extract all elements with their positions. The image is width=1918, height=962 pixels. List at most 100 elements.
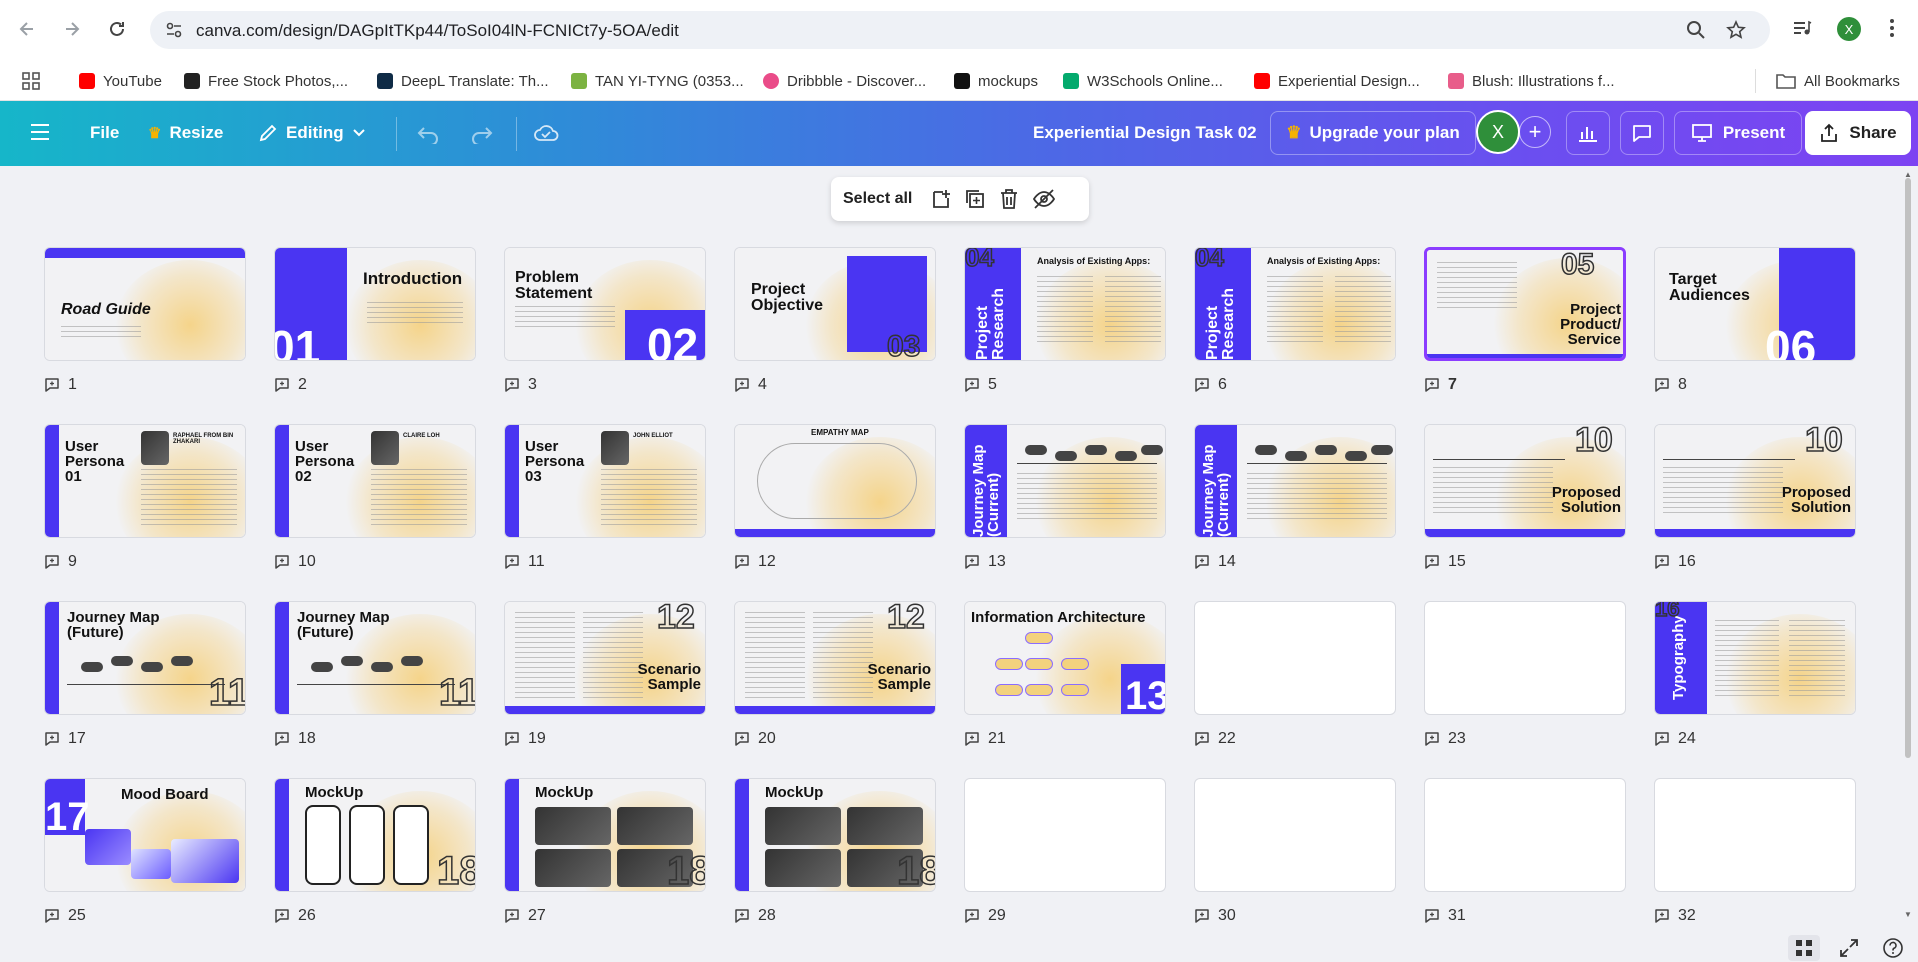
comment-icon[interactable] bbox=[1194, 554, 1210, 570]
slide-thumbnail[interactable] bbox=[1194, 778, 1396, 892]
slide-thumbnail[interactable]: 04 Project Research Analysis of Existing A… bbox=[964, 247, 1166, 361]
help-icon[interactable] bbox=[1880, 935, 1906, 961]
apps-grid-icon[interactable] bbox=[22, 70, 40, 92]
slide-thumbnail[interactable]: 03 Project Objective bbox=[734, 247, 936, 361]
comment-icon[interactable] bbox=[1424, 731, 1440, 747]
site-settings-icon[interactable] bbox=[164, 20, 184, 40]
comment-icon[interactable] bbox=[734, 731, 750, 747]
comment-icon[interactable] bbox=[504, 731, 520, 747]
bookmark-youtube[interactable]: YouTube bbox=[79, 70, 162, 92]
comment-icon[interactable] bbox=[44, 377, 60, 393]
bookmark-dribbble[interactable]: Dribbble - Discover... bbox=[763, 70, 926, 92]
slide-thumbnail[interactable]: User Persona 01 RAPHAEL FROM BIN ZHAKARI bbox=[44, 424, 246, 538]
hamburger-menu-icon[interactable] bbox=[30, 123, 50, 141]
back-icon[interactable] bbox=[12, 14, 42, 44]
resize-button[interactable]: ♛ Resize bbox=[148, 123, 223, 143]
scroll-down-arrow[interactable]: ▼ bbox=[1904, 910, 1912, 919]
bookmark-deepl[interactable]: DeepL Translate: Th... bbox=[377, 70, 549, 92]
slide-thumbnail[interactable]: EMPATHY MAP bbox=[734, 424, 936, 538]
slide-thumbnail[interactable]: Road Guide bbox=[44, 247, 246, 361]
comment-icon[interactable] bbox=[1654, 908, 1670, 924]
cloud-save-icon[interactable] bbox=[533, 123, 559, 143]
zoom-icon[interactable] bbox=[1686, 20, 1708, 42]
browser-menu-icon[interactable] bbox=[1878, 14, 1906, 42]
comment-icon[interactable] bbox=[44, 554, 60, 570]
comment-icon[interactable] bbox=[504, 377, 520, 393]
all-bookmarks[interactable]: All Bookmarks bbox=[1776, 70, 1900, 92]
redo-icon[interactable] bbox=[470, 124, 494, 144]
slide-thumbnail[interactable] bbox=[964, 778, 1166, 892]
scrollbar-thumb[interactable] bbox=[1905, 178, 1911, 758]
slide-thumbnail[interactable]: Journey Map (Future) 11 bbox=[44, 601, 246, 715]
bookmark-mockups[interactable]: mockups bbox=[954, 70, 1038, 92]
slide-thumbnail[interactable]: Journey Map (Current) bbox=[1194, 424, 1396, 538]
slide-thumbnail[interactable]: 05 Project Product/ Service bbox=[1424, 247, 1626, 361]
share-button[interactable]: Share bbox=[1805, 111, 1911, 155]
slide-thumbnail[interactable]: 06 Target Audiences bbox=[1654, 247, 1856, 361]
slide-thumbnail[interactable] bbox=[1654, 778, 1856, 892]
comment-icon[interactable] bbox=[734, 377, 750, 393]
file-menu[interactable]: File bbox=[90, 123, 119, 143]
comment-icon[interactable] bbox=[964, 731, 980, 747]
vertical-scrollbar[interactable]: ▲ ▼ bbox=[1903, 170, 1913, 922]
comments-icon[interactable] bbox=[1620, 111, 1664, 155]
collaborator-avatar[interactable]: X bbox=[1476, 110, 1520, 154]
slide-thumbnail[interactable]: 02 Problem Statement bbox=[504, 247, 706, 361]
slide-thumbnail[interactable]: MockUp 18 bbox=[734, 778, 936, 892]
slide-thumbnail[interactable]: 10 Proposed Solution bbox=[1654, 424, 1856, 538]
insights-icon[interactable] bbox=[1566, 111, 1610, 155]
slide-thumbnail[interactable]: 10 Proposed Solution bbox=[1424, 424, 1626, 538]
comment-icon[interactable] bbox=[1194, 908, 1210, 924]
slide-thumbnail[interactable]: 12 Scenario Sample bbox=[734, 601, 936, 715]
comment-icon[interactable] bbox=[734, 554, 750, 570]
trash-icon[interactable] bbox=[998, 188, 1020, 210]
document-title[interactable]: Experiential Design Task 02 bbox=[1033, 123, 1257, 143]
slide-thumbnail[interactable]: MockUp 18 bbox=[274, 778, 476, 892]
comment-icon[interactable] bbox=[1194, 377, 1210, 393]
forward-icon[interactable] bbox=[57, 14, 87, 44]
comment-icon[interactable] bbox=[964, 554, 980, 570]
slide-thumbnail[interactable] bbox=[1194, 601, 1396, 715]
editing-mode-dropdown[interactable]: Editing bbox=[258, 123, 366, 143]
comment-icon[interactable] bbox=[1424, 908, 1440, 924]
fullscreen-icon[interactable] bbox=[1836, 935, 1862, 961]
comment-icon[interactable] bbox=[274, 908, 290, 924]
slide-thumbnail[interactable]: 12 Scenario Sample bbox=[504, 601, 706, 715]
slide-thumbnail[interactable]: 01 Introduction bbox=[274, 247, 476, 361]
add-collaborator-icon[interactable]: + bbox=[1519, 116, 1551, 148]
select-all-button[interactable]: Select all bbox=[843, 190, 912, 208]
comment-icon[interactable] bbox=[1424, 377, 1440, 393]
slide-thumbnail[interactable]: Journey Map (Future) 11 bbox=[274, 601, 476, 715]
address-bar[interactable]: canva.com/design/DAGpItTKp44/ToSoI04lN-F… bbox=[150, 11, 1770, 49]
comment-icon[interactable] bbox=[44, 731, 60, 747]
comment-icon[interactable] bbox=[504, 908, 520, 924]
comment-icon[interactable] bbox=[274, 377, 290, 393]
reload-icon[interactable] bbox=[102, 14, 132, 44]
comment-icon[interactable] bbox=[44, 908, 60, 924]
comment-icon[interactable] bbox=[1194, 731, 1210, 747]
bookmark-experiential-design[interactable]: Experiential Design... bbox=[1254, 70, 1420, 92]
slide-thumbnail[interactable]: 13 Information Architecture bbox=[964, 601, 1166, 715]
slide-thumbnail[interactable] bbox=[1424, 601, 1626, 715]
slide-thumbnail[interactable]: 04 Project Research Analysis of Existing A… bbox=[1194, 247, 1396, 361]
profile-avatar[interactable]: X bbox=[1837, 17, 1861, 41]
comment-icon[interactable] bbox=[964, 377, 980, 393]
comment-icon[interactable] bbox=[964, 908, 980, 924]
bookmark-tan-yi-tyng[interactable]: TAN YI-TYNG (0353... bbox=[571, 70, 744, 92]
present-button[interactable]: Present bbox=[1674, 111, 1802, 155]
upgrade-plan-button[interactable]: ♛ Upgrade your plan bbox=[1270, 111, 1476, 155]
comment-icon[interactable] bbox=[1654, 377, 1670, 393]
slide-thumbnail[interactable]: Journey Map (Current) bbox=[964, 424, 1166, 538]
bookmark-blush[interactable]: Blush: Illustrations f... bbox=[1448, 70, 1615, 92]
comment-icon[interactable] bbox=[1654, 554, 1670, 570]
slide-thumbnail[interactable]: User Persona 03 JOHN ELLIOT bbox=[504, 424, 706, 538]
slide-thumbnail[interactable]: 17 Mood Board bbox=[44, 778, 246, 892]
bookmark-star-icon[interactable] bbox=[1726, 20, 1748, 42]
undo-icon[interactable] bbox=[416, 124, 440, 144]
grid-view-icon[interactable] bbox=[1788, 935, 1820, 961]
comment-icon[interactable] bbox=[1424, 554, 1440, 570]
bookmark-free-stock-photos[interactable]: Free Stock Photos,... bbox=[184, 70, 348, 92]
slide-thumbnail[interactable] bbox=[1424, 778, 1626, 892]
slide-thumbnail[interactable]: MockUp 18 bbox=[504, 778, 706, 892]
comment-icon[interactable] bbox=[504, 554, 520, 570]
